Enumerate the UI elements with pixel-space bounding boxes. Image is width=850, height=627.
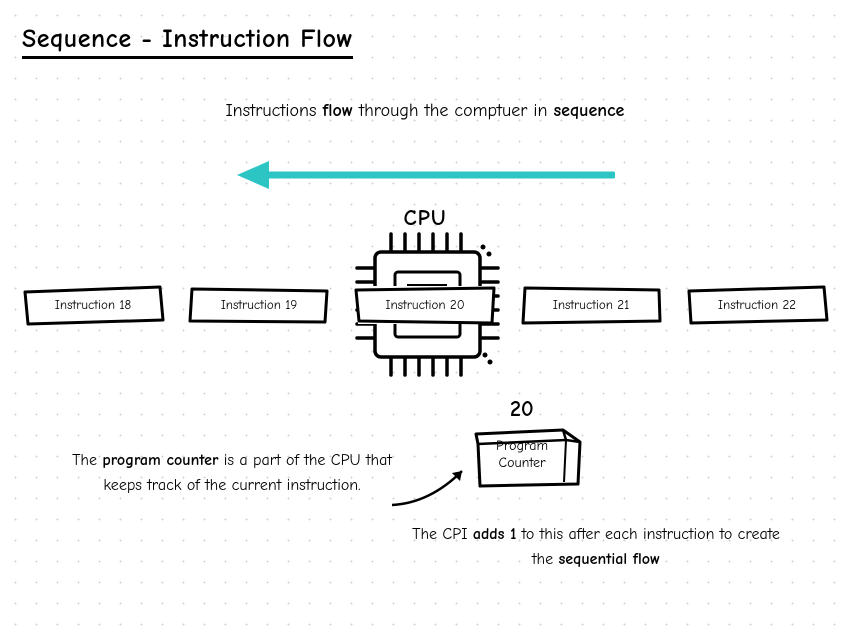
page-title: Sequence - Instruction Flow [22,24,353,59]
cpu-label: CPU [0,205,850,231]
subtitle: Instructions flow through the comptuer i… [0,100,850,121]
caption-sequential-flow: The CPI adds 1 to this after each instru… [406,522,786,572]
instructions-row: Instruction 18 Instruction 19 Instructio… [0,286,850,324]
instruction-box: Instruction 21 [524,286,659,324]
instruction-box: Instruction 19 [192,286,327,324]
flow-arrow [235,155,615,195]
program-counter-label: Program Counter [496,438,548,472]
program-counter-value: 20 [510,396,534,422]
caption-program-counter: The program counter is a part of the CPU… [62,448,402,498]
instruction-box: Instruction 18 [26,286,161,324]
connector-arrow [390,463,475,508]
instruction-box: Instruction 20 [358,286,493,324]
program-counter-box: 20 Program Counter [468,416,586,491]
instruction-box: Instruction 22 [690,286,825,324]
